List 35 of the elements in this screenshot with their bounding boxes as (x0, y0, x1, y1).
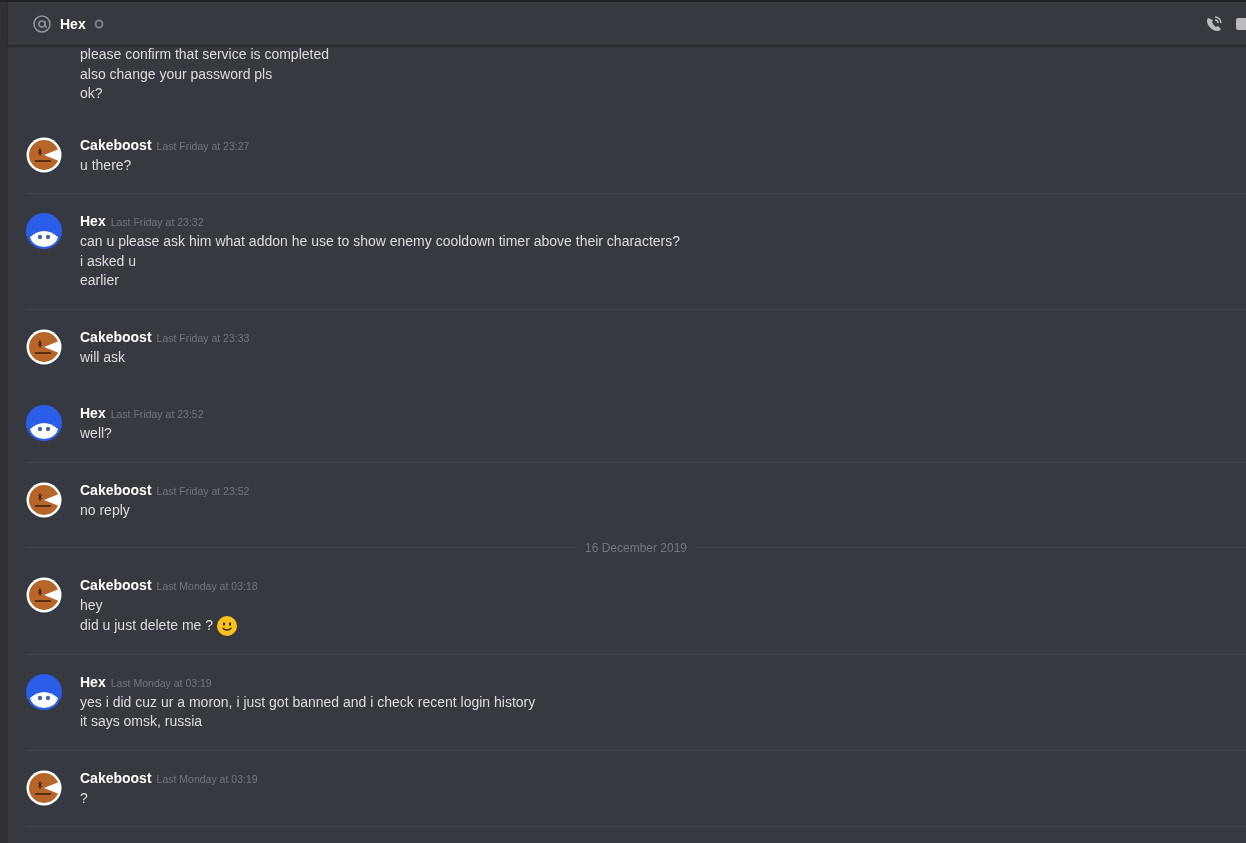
message-text: earlier (80, 271, 120, 290)
timestamp: Last Friday at 23:27 (156, 138, 250, 154)
author-name[interactable]: Hex (80, 211, 106, 231)
message-text: u there? (80, 155, 133, 175)
message-text: ok? (80, 84, 104, 103)
timestamp: Last Friday at 23:32 (110, 215, 204, 230)
message-text: will ask (80, 347, 127, 367)
author-name[interactable]: Cakeboost (80, 575, 152, 595)
author-name[interactable]: Cakeboost (80, 479, 152, 500)
timestamp: Last Monday at 03:18 (156, 579, 258, 594)
date-divider-label: 16 December 2019 (584, 540, 688, 555)
at-sign-icon (32, 13, 52, 34)
message-text: well? (80, 424, 113, 443)
message-text: did u just delete me ? (80, 615, 214, 635)
message-text: hey (80, 596, 104, 615)
phone-call-icon[interactable] (1204, 13, 1224, 34)
author-name[interactable]: Cakeboost (80, 326, 152, 347)
message-text: can u please ask him what addon he use to show enemy cooldown timer above their characters? (80, 232, 681, 251)
author-name[interactable]: Hex (80, 671, 106, 692)
timestamp: Last Monday at 03:19 (110, 675, 212, 691)
message-text: i asked u (80, 251, 138, 271)
message-text: no reply (80, 500, 131, 520)
author-name[interactable]: Hex (80, 403, 106, 423)
message-text: also change your password pls (80, 64, 274, 84)
message-text: please confirm that service is completed (80, 45, 330, 64)
message-text: it says omsk, russia (80, 712, 204, 731)
message-text: ? (80, 788, 89, 808)
message-text: yes i did cuz ur a moron, i just got banned and i check recent login history (80, 692, 537, 712)
timestamp: Last Friday at 23:52 (110, 407, 204, 422)
timestamp: Last Friday at 23:33 (156, 330, 250, 346)
author-name[interactable]: Cakeboost (80, 767, 152, 788)
channel-title: Hex (60, 15, 86, 32)
timestamp: Last Monday at 03:19 (156, 771, 258, 787)
author-name[interactable]: Cakeboost (80, 134, 152, 155)
timestamp: Last Friday at 23:52 (156, 483, 250, 499)
